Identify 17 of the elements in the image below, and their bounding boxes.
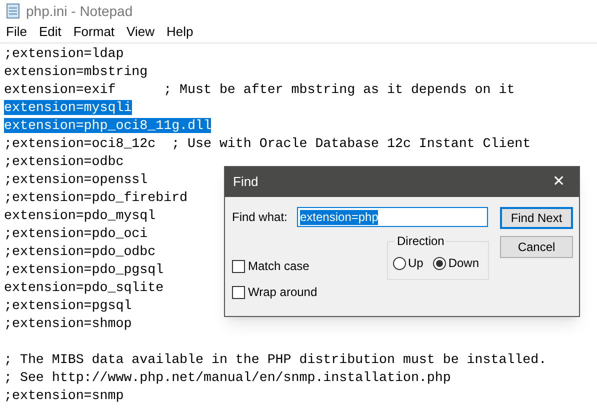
checkbox-option[interactable]: Wrap around — [232, 283, 318, 301]
menu-item[interactable]: Format — [67, 22, 121, 42]
menu-item[interactable]: Edit — [32, 22, 68, 42]
find-what-label: Find what: — [232, 209, 288, 226]
checkbox-option[interactable]: Match case — [232, 257, 310, 275]
dialog-button[interactable]: Find Next — [500, 207, 573, 229]
window-title: php.ini - Notepad — [26, 2, 133, 21]
dialog-title: Find — [233, 173, 258, 192]
menu-item[interactable]: Help — [160, 22, 200, 42]
radio-option[interactable]: Up — [393, 254, 424, 272]
radio-option[interactable]: Down — [433, 254, 480, 272]
menu-item[interactable]: File — [0, 22, 33, 42]
notepad-icon — [6, 3, 20, 19]
menu-item[interactable]: View — [120, 22, 160, 42]
find-what-field[interactable]: extension=php — [297, 207, 488, 227]
dialog-button[interactable]: Cancel — [500, 236, 573, 258]
close-button[interactable]: ✕ — [539, 167, 579, 197]
